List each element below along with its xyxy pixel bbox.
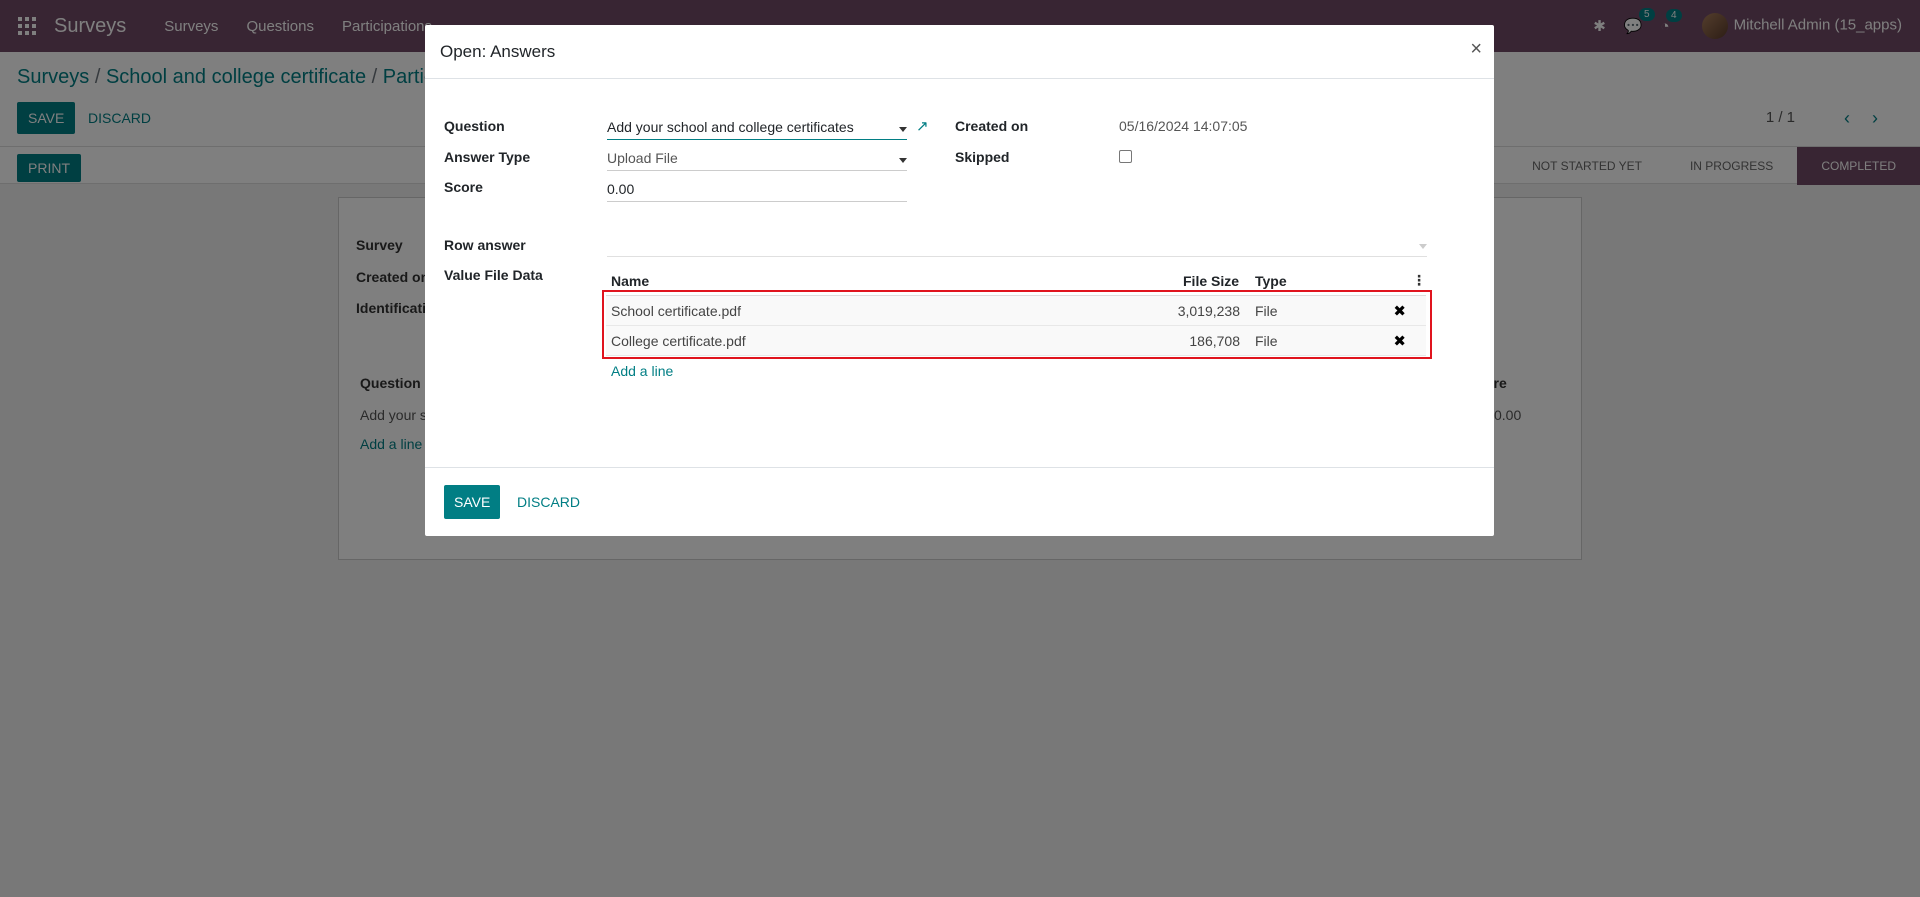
score-input[interactable]: 0.00 [607, 178, 907, 202]
column-options-icon[interactable]: ⋮ [1412, 272, 1426, 289]
row-answer-select[interactable] [607, 233, 1427, 257]
chevron-down-icon[interactable] [1419, 244, 1427, 249]
skipped-label: Skipped [955, 149, 1010, 165]
created-on-value: 05/16/2024 14:07:05 [1119, 118, 1248, 134]
value-file-data-label: Value File Data [444, 267, 543, 283]
add-line-link[interactable]: Add a line [611, 363, 673, 379]
dialog-footer [425, 467, 1494, 536]
dialog-save-button[interactable]: SAVE [444, 485, 501, 519]
chevron-down-icon[interactable] [899, 127, 907, 132]
dialog-title: Open: Answers [440, 42, 556, 61]
question-value: Add your school and college certificates [607, 119, 854, 135]
created-on-label: Created on [955, 118, 1029, 134]
close-icon[interactable]: × [1470, 38, 1482, 61]
question-label: Question [444, 118, 505, 134]
chevron-down-icon[interactable] [899, 158, 907, 163]
score-value: 0.00 [607, 181, 635, 197]
row-answer-label: Row answer [444, 237, 526, 253]
file-size-column-header[interactable]: File Size [1183, 273, 1239, 289]
highlight-box [602, 290, 1432, 359]
dialog-header: Open: Answers × [425, 25, 1494, 79]
answer-type-value: Upload File [607, 150, 678, 166]
external-link-icon[interactable]: ↗ [916, 117, 929, 135]
score-label: Score [444, 179, 483, 195]
name-column-header[interactable]: Name [611, 273, 649, 289]
answer-type-select[interactable]: Upload File [607, 147, 907, 171]
type-column-header[interactable]: Type [1255, 273, 1287, 289]
skipped-checkbox[interactable] [1119, 150, 1132, 163]
question-field[interactable]: Add your school and college certificates [607, 116, 907, 140]
dialog-discard-button[interactable]: DISCARD [517, 494, 580, 510]
answer-type-label: Answer Type [444, 149, 531, 165]
